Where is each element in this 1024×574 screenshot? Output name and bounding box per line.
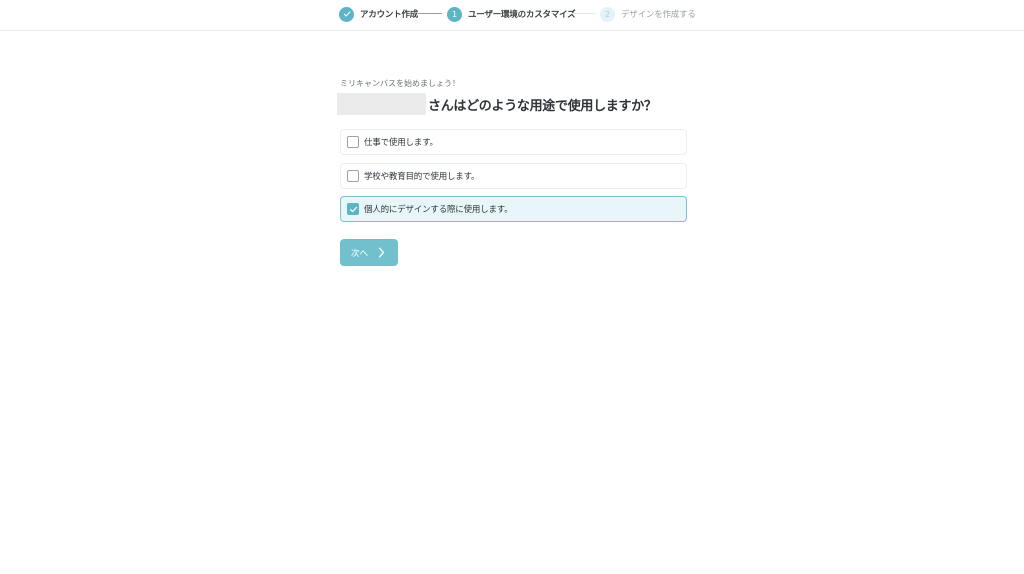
step-connector <box>418 13 442 14</box>
progress-stepper: アカウント作成 1 ユーザー環境のカスタマイズ 2 デザインを作成する <box>0 0 1024 31</box>
page: アカウント作成 1 ユーザー環境のカスタマイズ 2 デザインを作成する ミリキャ… <box>0 0 1024 574</box>
next-button[interactable]: 次へ <box>340 239 398 266</box>
checkbox-unchecked[interactable] <box>347 170 359 182</box>
next-button-label: 次へ <box>351 247 369 258</box>
eyebrow-text: ミリキャンバスを始めましょう！ <box>340 79 460 88</box>
option-label: 仕事で使用します。 <box>364 138 438 148</box>
step-done-check-icon <box>339 6 354 22</box>
chevron-right-icon <box>378 247 385 258</box>
option-personal-design[interactable]: 個人的にデザインする際に使用します。 <box>340 196 687 222</box>
step-customize-environment: 1 ユーザー環境のカスタマイズ <box>447 6 576 22</box>
option-label: 個人的にデザインする際に使用します。 <box>364 205 513 215</box>
check-icon <box>349 206 357 212</box>
user-name-redacted <box>337 93 426 115</box>
checkbox-checked[interactable] <box>347 203 359 215</box>
option-school-education[interactable]: 学校や教育目的で使用します。 <box>340 163 687 189</box>
step-label: デザインを作成する <box>621 10 696 20</box>
option-label: 学校や教育目的で使用します。 <box>364 172 480 182</box>
step-create-design: 2 デザインを作成する <box>600 6 696 22</box>
checkbox-unchecked[interactable] <box>347 136 359 148</box>
step-account-creation: アカウント作成 <box>339 6 418 22</box>
step-number: 2 <box>600 6 615 22</box>
page-title-text: さんはどのような用途で使用しますか？ <box>428 98 657 114</box>
step-label: ユーザー環境のカスタマイズ <box>468 10 576 20</box>
step-connector <box>571 13 595 14</box>
page-title: さんはどのような用途で使用しますか？ <box>337 93 657 115</box>
option-work[interactable]: 仕事で使用します。 <box>340 129 687 155</box>
step-number: 1 <box>447 6 462 22</box>
step-label: アカウント作成 <box>360 10 419 20</box>
